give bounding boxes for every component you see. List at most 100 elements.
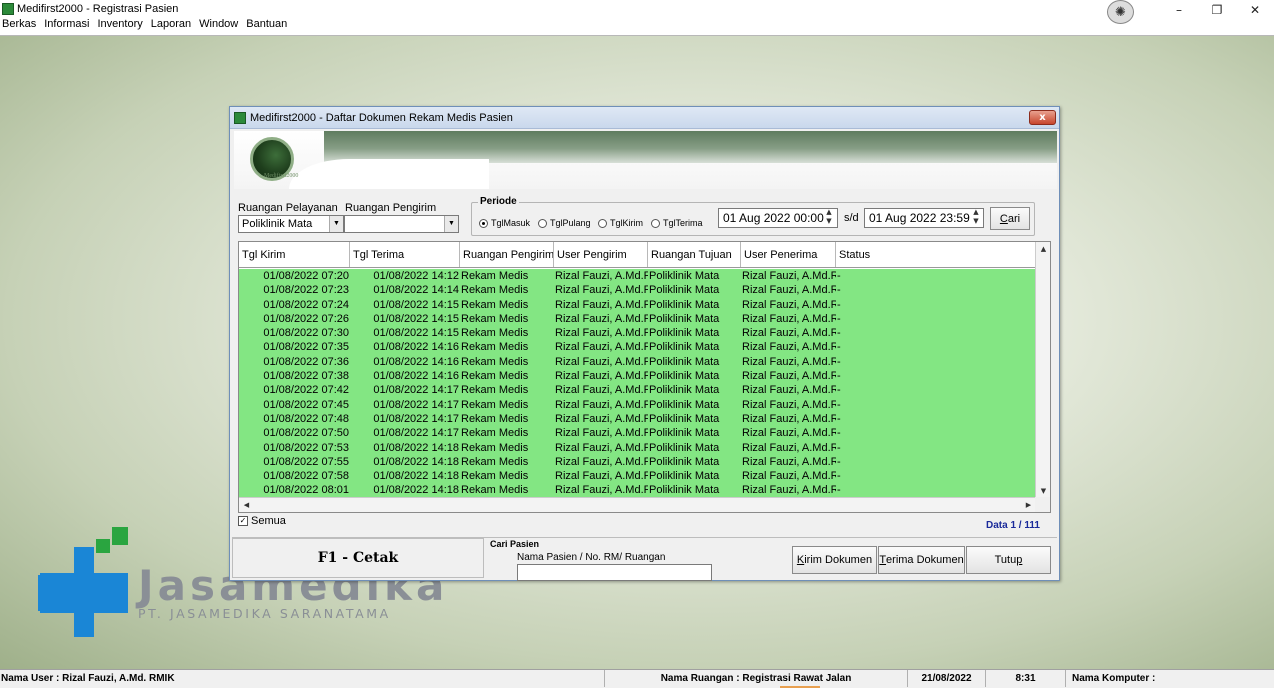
radio-empty-icon	[651, 218, 660, 228]
chevron-down-icon[interactable]: ▼	[329, 216, 343, 232]
semua-checkbox[interactable]: ✓ Semua	[238, 515, 286, 527]
table-row[interactable]: 01/08/2022 07:42 01/08/2022 14:17 Rekam Me…	[239, 383, 1036, 397]
table-row[interactable]: 01/08/2022 07:24 01/08/2022 14:15 Rekam Me…	[239, 298, 1036, 312]
table-row[interactable]: 01/08/2022 07:55 01/08/2022 14:18 Rekam Me…	[239, 455, 1036, 469]
table-row[interactable]: 01/08/2022 07:30 01/08/2022 14:15 Rekam Me…	[239, 326, 1036, 340]
cell-user-pengirim: Rizal Fauzi, A.Md.R	[555, 355, 648, 368]
cari-button[interactable]: Cari	[990, 207, 1030, 230]
col-tgl-terima[interactable]: Tgl Terima	[350, 242, 460, 267]
col-tgl-kirim[interactable]: Tgl Kirim	[239, 242, 350, 267]
cell-user-pengirim: Rizal Fauzi, A.Md.R	[555, 370, 648, 383]
cell-user-penerima: Rizal Fauzi, A.Md.RI	[742, 441, 836, 454]
table-row[interactable]: 01/08/2022 07:45 01/08/2022 14:17 Rekam Me…	[239, 398, 1036, 412]
col-ruangan-pengirim[interactable]: Ruangan Pengirim	[460, 242, 554, 267]
cell-user-pengirim: Rizal Fauzi, A.Md.R	[555, 270, 648, 282]
cell-user-pengirim: Rizal Fauzi, A.Md.R	[555, 455, 648, 468]
horizontal-scrollbar[interactable]: ◀ ▶	[239, 497, 1036, 512]
table-row[interactable]: 01/08/2022 07:58 01/08/2022 14:18 Rekam Me…	[239, 469, 1036, 483]
menu-inventory[interactable]: Inventory	[95, 18, 146, 34]
banner-caption: Medifirst2000	[264, 173, 299, 179]
terima-dokumen-button[interactable]: Terima Dokumen	[878, 546, 965, 574]
tutup-button[interactable]: Tutu p	[966, 546, 1051, 574]
date-to-field[interactable]: 01 Aug 2022 23:59	[864, 208, 984, 228]
cell-tgl-terima: 01/08/2022 14:18	[373, 484, 459, 497]
col-user-penerima[interactable]: User Penerima	[741, 242, 836, 267]
cell-tgl-kirim: 01/08/2022 07:20	[263, 270, 349, 282]
cell-status: -	[837, 284, 841, 297]
col-user-pengirim[interactable]: User Pengirim	[554, 242, 648, 267]
chevron-down-icon[interactable]: ▼	[444, 216, 458, 232]
dialog-close-button[interactable]: x	[1029, 110, 1056, 125]
cell-user-penerima: Rizal Fauzi, A.Md.RI	[742, 398, 836, 411]
col-ruangan-tujuan[interactable]: Ruangan Tujuan	[648, 242, 741, 267]
menu-window[interactable]: Window	[196, 18, 241, 34]
cari-pasien-input[interactable]	[517, 564, 712, 581]
menu-laporan[interactable]: Laporan	[148, 18, 194, 34]
table-row[interactable]: 01/08/2022 07:38 01/08/2022 14:16 Rekam Me…	[239, 369, 1036, 383]
kirim-dokumen-button[interactable]: Kirim Dokumen	[792, 546, 877, 574]
scrollbar-corner	[1035, 497, 1050, 512]
cell-status: -	[837, 355, 841, 368]
table-row[interactable]: 01/08/2022 07:35 01/08/2022 14:16 Rekam Me…	[239, 340, 1036, 354]
cell-ruangan-pengirim: Rekam Medis	[461, 398, 529, 411]
ruangan-pengirim-combo[interactable]: ▼	[344, 215, 459, 233]
cell-tgl-terima: 01/08/2022 14:18	[373, 470, 459, 483]
menu-informasi[interactable]: Informasi	[41, 18, 92, 34]
cell-user-pengirim: Rizal Fauzi, A.Md.R	[555, 412, 648, 425]
cell-ruangan-pengirim: Rekam Medis	[461, 455, 529, 468]
table-row[interactable]: 01/08/2022 07:23 01/08/2022 14:14 Rekam Me…	[239, 283, 1036, 297]
cell-ruangan-tujuan: Poliklinik Mata	[649, 341, 720, 354]
cell-status: -	[837, 370, 841, 383]
cell-ruangan-tujuan: Poliklinik Mata	[649, 484, 720, 497]
table-row[interactable]: 01/08/2022 07:20 01/08/2022 14:12 Rekam Me…	[239, 269, 1036, 283]
cell-user-penerima: Rizal Fauzi, A.Md.RI	[742, 484, 836, 497]
cell-user-pengirim: Rizal Fauzi, A.Md.R	[555, 341, 648, 354]
scroll-right-icon[interactable]: ▶	[1021, 498, 1036, 512]
table-row[interactable]: 01/08/2022 08:01 01/08/2022 14:18 Rekam Me…	[239, 483, 1036, 497]
close-button[interactable]: ✕	[1236, 0, 1274, 20]
radio-tglpulang[interactable]: TglPulang	[538, 218, 591, 228]
cell-user-penerima: Rizal Fauzi, A.Md.RI	[742, 370, 836, 383]
cell-status: -	[837, 427, 841, 440]
table-row[interactable]: 01/08/2022 07:26 01/08/2022 14:15 Rekam Me…	[239, 312, 1036, 326]
dokumen-grid[interactable]: Tgl Kirim Tgl Terima Ruangan Pengirim Us…	[238, 241, 1051, 513]
restore-button[interactable]: ❐	[1198, 0, 1236, 20]
cell-user-penerima: Rizal Fauzi, A.Md.RI	[742, 355, 836, 368]
table-row[interactable]: 01/08/2022 07:48 01/08/2022 14:17 Rekam Me…	[239, 412, 1036, 426]
vertical-scrollbar[interactable]: ▲ ▼	[1035, 242, 1050, 498]
minimize-button[interactable]: –	[1160, 0, 1198, 20]
cell-status: -	[837, 412, 841, 425]
radio-tglkirim[interactable]: TglKirim	[598, 218, 643, 228]
cell-user-pengirim: Rizal Fauzi, A.Md.R	[555, 427, 648, 440]
cell-ruangan-pengirim: Rekam Medis	[461, 427, 529, 440]
table-row[interactable]: 01/08/2022 07:53 01/08/2022 14:18 Rekam Me…	[239, 441, 1036, 455]
cell-tgl-kirim: 01/08/2022 07:30	[263, 327, 349, 340]
cell-user-pengirim: Rizal Fauzi, A.Md.R	[555, 484, 648, 497]
date-to-spinner[interactable]: ▲ ▼	[969, 208, 983, 228]
menu-berkas[interactable]: Berkas	[0, 18, 39, 34]
window-controls: – ❐ ✕	[1160, 0, 1274, 20]
cell-user-penerima: Rizal Fauzi, A.Md.RI	[742, 312, 836, 325]
dialog-app-icon	[234, 111, 246, 124]
ruangan-pelayanan-combo[interactable]: Poliklinik Mata ▼	[238, 215, 344, 233]
cari-button-label: ari	[1007, 212, 1021, 225]
radio-tglterima[interactable]: TglTerima	[651, 218, 703, 228]
date-from-field[interactable]: 01 Aug 2022 00:00	[718, 208, 838, 228]
table-row[interactable]: 01/08/2022 07:36 01/08/2022 14:16 Rekam Me…	[239, 355, 1036, 369]
date-from-spinner[interactable]: ▲ ▼	[822, 208, 836, 228]
table-row[interactable]: 01/08/2022 07:50 01/08/2022 14:17 Rekam Me…	[239, 426, 1036, 440]
cell-user-pengirim: Rizal Fauzi, A.Md.R	[555, 441, 648, 454]
scroll-left-icon[interactable]: ◀	[239, 498, 254, 512]
scroll-down-icon[interactable]: ▼	[1036, 484, 1050, 498]
dialog-title: Medifirst2000 - Daftar Dokumen Rekam Med…	[250, 111, 513, 124]
scroll-up-icon[interactable]: ▲	[1036, 242, 1050, 256]
terima-accel: T	[879, 554, 887, 566]
cell-ruangan-tujuan: Poliklinik Mata	[649, 412, 720, 425]
cell-user-pengirim: Rizal Fauzi, A.Md.R	[555, 298, 648, 311]
col-status[interactable]: Status	[836, 242, 1035, 267]
radio-tglmasuk[interactable]: TglMasuk	[479, 218, 530, 228]
cell-tgl-kirim: 01/08/2022 07:48	[263, 412, 349, 425]
menu-bantuan[interactable]: Bantuan	[243, 18, 290, 34]
radio-tglpulang-label: TglPulang	[550, 218, 591, 228]
radio-tglmasuk-label: TglMasuk	[491, 218, 531, 228]
